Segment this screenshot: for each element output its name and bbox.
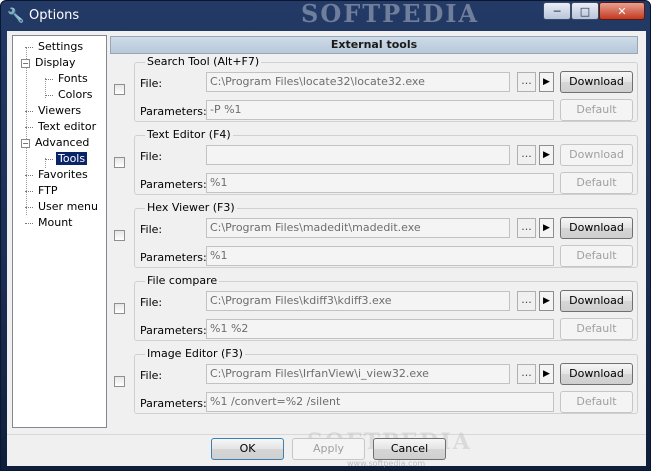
tree-item-advanced[interactable]: − Advanced xyxy=(21,135,91,150)
download-button[interactable]: Download xyxy=(560,71,633,93)
tool-group-title: File compare xyxy=(145,274,220,288)
tree-item-favorites[interactable]: Favorites xyxy=(25,167,90,182)
parameters-label: Parameters: xyxy=(140,178,207,191)
tool-enable-checkbox[interactable] xyxy=(114,303,125,314)
tool-row-hex-viewer: Hex Viewer (F3) File: C:\Program Files\m… xyxy=(110,201,638,270)
tool-group-title: Text Editor (F4) xyxy=(145,128,233,142)
section-header: External tools xyxy=(110,36,638,54)
default-button[interactable]: Default xyxy=(560,172,633,194)
parameters-input[interactable]: -P %1 xyxy=(206,100,554,120)
close-button[interactable]: ✕ xyxy=(599,2,645,20)
tree-item-ftp[interactable]: FTP xyxy=(25,183,60,198)
parameters-label: Parameters: xyxy=(140,324,207,337)
collapse-icon[interactable]: − xyxy=(21,138,30,148)
parameters-label: Parameters: xyxy=(140,105,207,118)
tool-enable-checkbox[interactable] xyxy=(114,84,125,95)
file-path-input[interactable]: C:\Program Files\madedit\madedit.exe xyxy=(206,218,510,238)
window-title: Options xyxy=(29,8,80,23)
parameters-input[interactable]: %1 xyxy=(206,173,554,193)
arrow-right-icon[interactable]: ▶ xyxy=(539,72,554,92)
file-path-input[interactable]: C:\Program Files\locate32\locate32.exe xyxy=(206,72,510,92)
tree-item-settings[interactable]: Settings xyxy=(25,39,85,54)
parameters-input[interactable]: %1 %2 xyxy=(206,319,554,339)
file-label: File: xyxy=(140,77,163,90)
parameters-input[interactable]: %1 /convert=%2 /silent xyxy=(206,392,554,412)
tool-row-text-editor: Text Editor (F4) File: ... ▶ Download Pa… xyxy=(110,128,638,197)
tool-row-image-editor: Image Editor (F3) File: C:\Program Files… xyxy=(110,347,638,416)
parameters-input[interactable]: %1 xyxy=(206,246,554,266)
parameters-label: Parameters: xyxy=(140,251,207,264)
file-label: File: xyxy=(140,296,163,309)
cancel-button[interactable]: Cancel xyxy=(373,438,446,460)
browse-button[interactable]: ... xyxy=(517,364,536,384)
file-path-input[interactable] xyxy=(206,145,510,165)
tree-item-viewers[interactable]: Viewers xyxy=(25,103,83,118)
minimize-button[interactable]: ─ xyxy=(543,2,571,20)
arrow-right-icon[interactable]: ▶ xyxy=(539,145,554,165)
default-button[interactable]: Default xyxy=(560,391,633,413)
title-bar[interactable]: 🔧 Options SOFTPEDIA ─ □ ✕ xyxy=(1,0,650,31)
dialog-client-area: Settings − Display Fonts Colors Viewers T… xyxy=(7,31,646,468)
browse-button[interactable]: ... xyxy=(517,291,536,311)
file-label: File: xyxy=(140,369,163,382)
tool-row-file-compare: File compare File: C:\Program Files\kdif… xyxy=(110,274,638,343)
default-button[interactable]: Default xyxy=(560,99,633,121)
wrench-icon: 🔧 xyxy=(7,8,25,24)
browse-button[interactable]: ... xyxy=(517,218,536,238)
default-button[interactable]: Default xyxy=(560,318,633,340)
options-tree[interactable]: Settings − Display Fonts Colors Viewers T… xyxy=(12,35,107,428)
arrow-right-icon[interactable]: ▶ xyxy=(539,291,554,311)
tree-item-mount[interactable]: Mount xyxy=(25,215,74,230)
options-window: 🔧 Options SOFTPEDIA ─ □ ✕ Settings − Disp… xyxy=(0,0,651,471)
tool-enable-checkbox[interactable] xyxy=(114,157,125,168)
file-label: File: xyxy=(140,223,163,236)
parameters-label: Parameters: xyxy=(140,397,207,410)
tool-enable-checkbox[interactable] xyxy=(114,376,125,387)
watermark-top: SOFTPEDIA xyxy=(301,0,480,28)
tree-item-colors[interactable]: Colors xyxy=(45,87,94,102)
file-label: File: xyxy=(140,150,163,163)
arrow-right-icon[interactable]: ▶ xyxy=(539,218,554,238)
download-button[interactable]: Download xyxy=(560,363,633,385)
file-path-input[interactable]: C:\Program Files\kdiff3\kdiff3.exe xyxy=(206,291,510,311)
tree-item-fonts[interactable]: Fonts xyxy=(45,71,90,86)
download-button[interactable]: Download xyxy=(560,217,633,239)
collapse-icon[interactable]: − xyxy=(21,58,30,68)
file-path-input[interactable]: C:\Program Files\IrfanView\i_view32.exe xyxy=(206,364,510,384)
tool-row-search: Search Tool (Alt+F7) File: C:\Program Fi… xyxy=(110,55,638,124)
default-button[interactable]: Default xyxy=(560,245,633,267)
tree-item-text-editor[interactable]: Text editor xyxy=(25,119,98,134)
tree-item-user-menu[interactable]: User menu xyxy=(25,199,100,214)
arrow-right-icon[interactable]: ▶ xyxy=(539,364,554,384)
download-button[interactable]: Download xyxy=(560,144,633,166)
ok-button[interactable]: OK xyxy=(211,438,284,460)
maximize-button[interactable]: □ xyxy=(571,2,599,20)
tree-item-tools[interactable]: Tools xyxy=(45,151,88,166)
tree-item-display[interactable]: − Display xyxy=(21,55,78,70)
tool-group-title: Hex Viewer (F3) xyxy=(145,201,237,215)
tool-enable-checkbox[interactable] xyxy=(114,230,125,241)
download-button[interactable]: Download xyxy=(560,290,633,312)
watermark-url: www.softpedia.com xyxy=(347,459,426,468)
tool-group-title: Search Tool (Alt+F7) xyxy=(145,55,262,69)
apply-button[interactable]: Apply xyxy=(292,438,365,460)
browse-button[interactable]: ... xyxy=(517,72,536,92)
tool-group-title: Image Editor (F3) xyxy=(145,347,245,361)
browse-button[interactable]: ... xyxy=(517,145,536,165)
